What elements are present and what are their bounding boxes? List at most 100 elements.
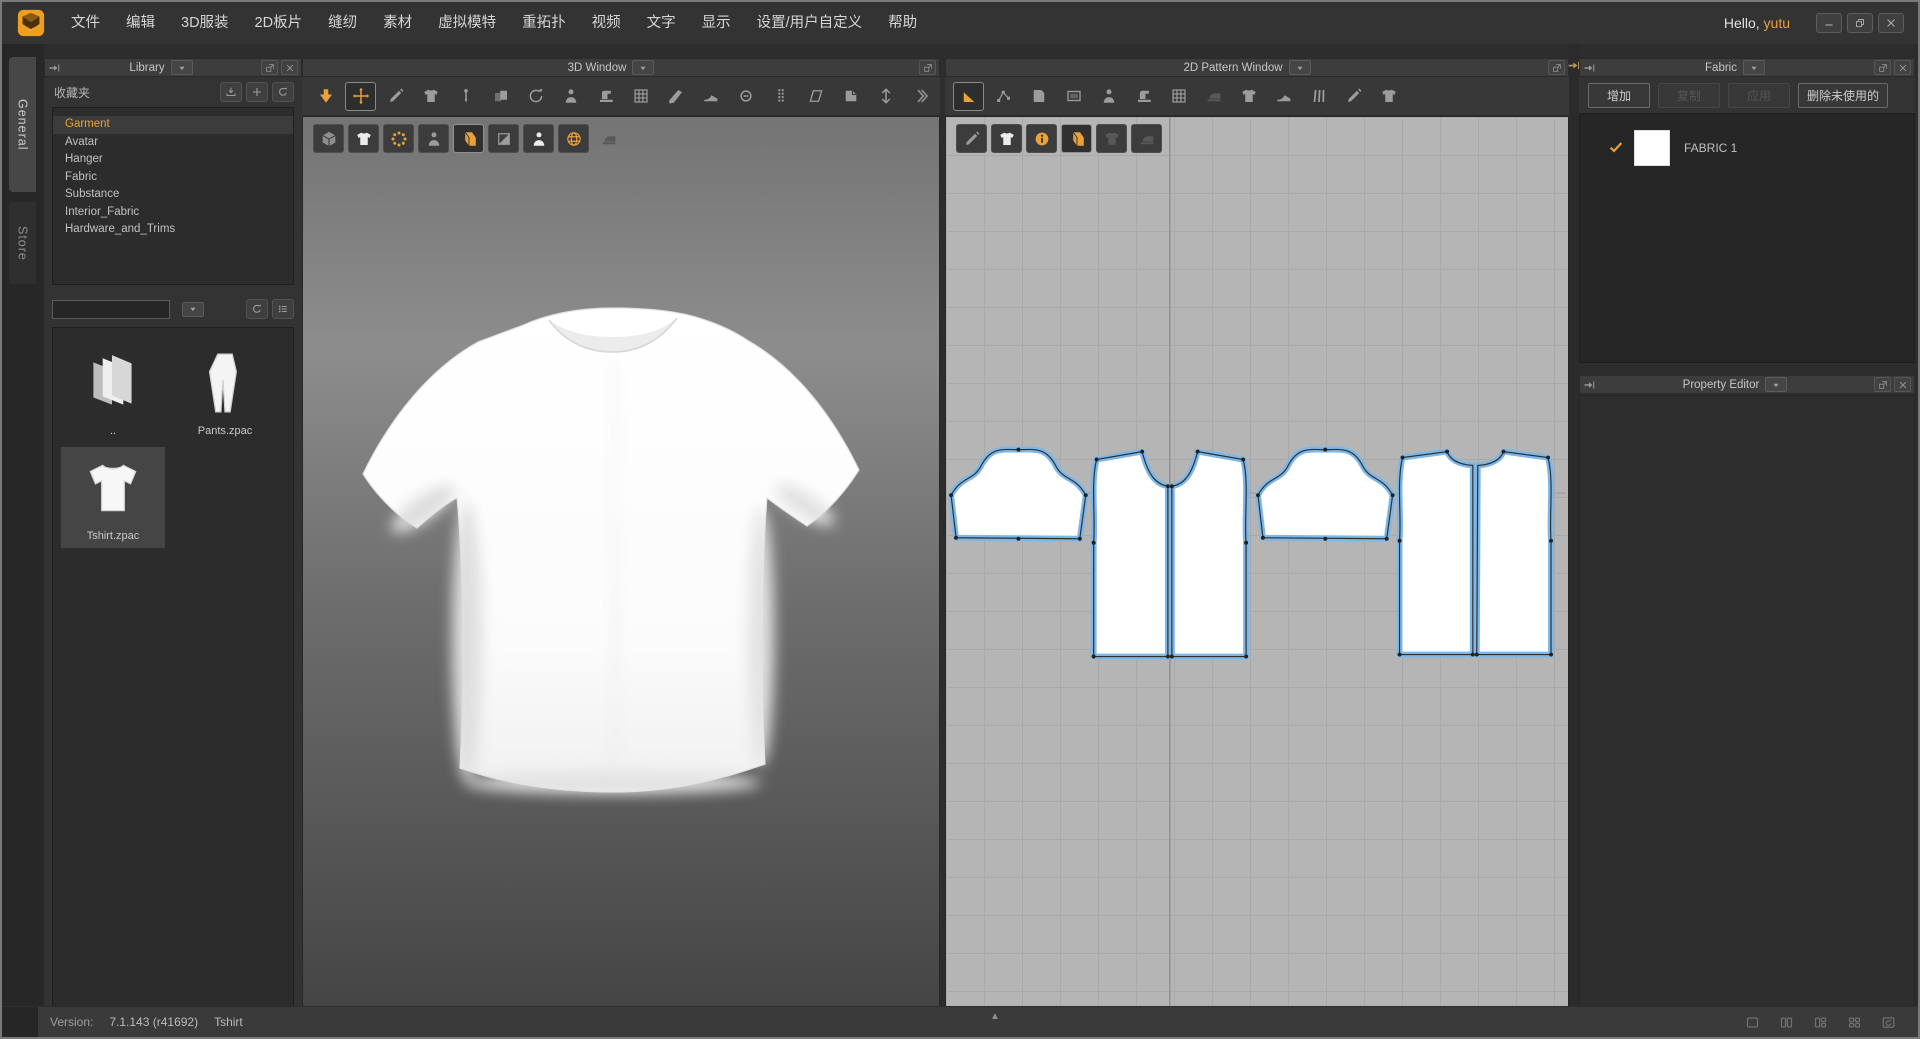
panel-menu-button[interactable] bbox=[632, 60, 654, 75]
3d-viewport[interactable] bbox=[302, 116, 940, 1007]
transform-pattern-icon[interactable] bbox=[953, 82, 984, 111]
close-button[interactable] bbox=[1878, 13, 1904, 33]
layout-quad-icon[interactable] bbox=[1840, 1011, 1868, 1034]
menu-item[interactable]: 设置/用户自定义 bbox=[744, 2, 876, 44]
menu-item[interactable]: 缝纫 bbox=[315, 2, 370, 44]
iron-2d-icon[interactable] bbox=[1198, 82, 1229, 111]
close-panel-icon[interactable] bbox=[1894, 377, 1911, 392]
press-tools-icon[interactable] bbox=[593, 124, 624, 153]
list-view-icon[interactable] bbox=[272, 299, 294, 319]
pattern-sleeve-left[interactable] bbox=[949, 448, 1088, 541]
favorite-item[interactable]: Fabric bbox=[53, 169, 293, 187]
collapse-panel-icon[interactable] bbox=[48, 61, 64, 74]
menu-item[interactable]: 视频 bbox=[579, 2, 634, 44]
refresh-favorites-icon[interactable] bbox=[272, 82, 294, 102]
menu-item[interactable]: 素材 bbox=[370, 2, 425, 44]
layout-reset-icon[interactable] bbox=[1874, 1011, 1902, 1034]
show-garment-icon[interactable] bbox=[348, 124, 379, 153]
favorite-item[interactable]: Interior_Fabric bbox=[53, 204, 293, 222]
favorite-item[interactable]: Hardware_and_Trims bbox=[53, 221, 293, 239]
add-favorite-icon[interactable] bbox=[246, 82, 268, 102]
panel-menu-button[interactable] bbox=[1765, 377, 1787, 392]
show-pattern-icon[interactable] bbox=[453, 124, 484, 153]
show-annotation-icon[interactable] bbox=[1026, 124, 1057, 153]
arrangement-icon[interactable] bbox=[485, 82, 516, 111]
panel-menu-button[interactable] bbox=[1743, 60, 1765, 75]
tshirt-3d-model[interactable] bbox=[327, 287, 903, 807]
fabric-list-item[interactable]: FABRIC 1 bbox=[1580, 130, 1914, 166]
layout-mixed-icon[interactable] bbox=[1806, 1011, 1834, 1034]
bottom-collapse-handle[interactable]: ▲ bbox=[990, 1011, 1000, 1022]
fabric-add-button[interactable]: 增加 bbox=[1588, 83, 1650, 108]
pin-tack-icon[interactable] bbox=[870, 82, 901, 111]
pattern-back-bodice[interactable] bbox=[1398, 450, 1553, 657]
favorite-item[interactable]: Avatar bbox=[53, 134, 293, 152]
menu-item[interactable]: 虚拟模特 bbox=[425, 2, 509, 44]
trace-line-icon[interactable] bbox=[1338, 82, 1369, 111]
surface-spread-icon[interactable] bbox=[488, 124, 519, 153]
rectangle-pattern-icon[interactable] bbox=[1058, 82, 1089, 111]
shoe-2d-icon[interactable] bbox=[1268, 82, 1299, 111]
fabric-delete-unused-button[interactable]: 删除未使用的 bbox=[1798, 83, 1888, 108]
menu-item[interactable]: 重拓扑 bbox=[509, 2, 579, 44]
menu-item[interactable]: 帮助 bbox=[875, 2, 930, 44]
collapse-panel-icon[interactable] bbox=[1583, 378, 1599, 391]
fabric-swatch[interactable] bbox=[1634, 130, 1670, 166]
reset-arrangement-icon[interactable] bbox=[520, 82, 551, 111]
favorite-item[interactable]: Hanger bbox=[53, 151, 293, 169]
close-panel-icon[interactable] bbox=[281, 60, 298, 75]
tab-general[interactable]: General bbox=[9, 57, 36, 192]
fabric-apply-button[interactable]: 应用 bbox=[1728, 83, 1790, 108]
close-panel-icon[interactable] bbox=[1894, 60, 1911, 75]
menu-item[interactable]: 文件 bbox=[58, 2, 113, 44]
show-environment-icon[interactable] bbox=[558, 124, 589, 153]
sewing-machine-icon[interactable] bbox=[590, 82, 621, 111]
avatar-2d-icon[interactable] bbox=[1093, 82, 1124, 111]
file-item-parent-folder[interactable]: .. bbox=[61, 342, 165, 443]
layout-two-icon[interactable] bbox=[1772, 1011, 1800, 1034]
locked-garment-icon[interactable] bbox=[1096, 124, 1127, 153]
simulate-icon[interactable] bbox=[310, 82, 341, 111]
pattern-pieces[interactable] bbox=[946, 117, 1568, 1006]
trim-icon[interactable] bbox=[660, 82, 691, 111]
select-move-icon[interactable] bbox=[345, 82, 376, 111]
float-panel-icon[interactable] bbox=[1874, 60, 1891, 75]
search-filter-dropdown-icon[interactable] bbox=[182, 302, 204, 317]
button-tool-icon[interactable] bbox=[730, 82, 761, 111]
finished-garment-icon[interactable] bbox=[1373, 82, 1404, 111]
pin-icon[interactable] bbox=[450, 82, 481, 111]
2d-viewport[interactable] bbox=[945, 116, 1569, 1007]
pleats-icon[interactable] bbox=[1303, 82, 1334, 111]
minimize-button[interactable] bbox=[1816, 13, 1842, 33]
show-pattern-2d-icon[interactable] bbox=[1061, 124, 1092, 153]
menu-item[interactable]: 显示 bbox=[689, 2, 744, 44]
menu-item[interactable]: 2D板片 bbox=[242, 2, 316, 44]
tab-store[interactable]: Store bbox=[9, 202, 36, 284]
show-garment-2d-icon[interactable] bbox=[991, 124, 1022, 153]
select-mesh-icon[interactable] bbox=[415, 82, 446, 111]
favorite-item[interactable]: Substance bbox=[53, 186, 293, 204]
fabric-direction-icon[interactable] bbox=[835, 82, 866, 111]
show-stitches-icon[interactable] bbox=[383, 124, 414, 153]
shoe-icon[interactable] bbox=[695, 82, 726, 111]
edit-pattern-icon[interactable] bbox=[380, 82, 411, 111]
toolbar-overflow-icon[interactable] bbox=[905, 82, 936, 111]
refresh-library-icon[interactable] bbox=[246, 299, 268, 319]
panel-menu-button[interactable] bbox=[171, 60, 193, 75]
zipper-icon[interactable] bbox=[765, 82, 796, 111]
flatten-icon[interactable] bbox=[800, 82, 831, 111]
show-avatar-icon[interactable] bbox=[418, 124, 449, 153]
menu-item[interactable]: 3D服装 bbox=[168, 2, 242, 44]
float-panel-icon[interactable] bbox=[919, 60, 936, 75]
grid-2d-icon[interactable] bbox=[1163, 82, 1194, 111]
press-2d-icon[interactable] bbox=[1131, 124, 1162, 153]
avatar-silhouette-icon[interactable] bbox=[523, 124, 554, 153]
float-panel-icon[interactable] bbox=[1548, 60, 1565, 75]
library-search-input[interactable] bbox=[52, 300, 170, 319]
sewing-2d-icon[interactable] bbox=[1128, 82, 1159, 111]
show-seamlines-icon[interactable] bbox=[956, 124, 987, 153]
garment-fit-icon[interactable] bbox=[1233, 82, 1264, 111]
restore-button[interactable] bbox=[1847, 13, 1873, 33]
menu-item[interactable]: 编辑 bbox=[113, 2, 168, 44]
layout-single-icon[interactable] bbox=[1738, 1011, 1766, 1034]
